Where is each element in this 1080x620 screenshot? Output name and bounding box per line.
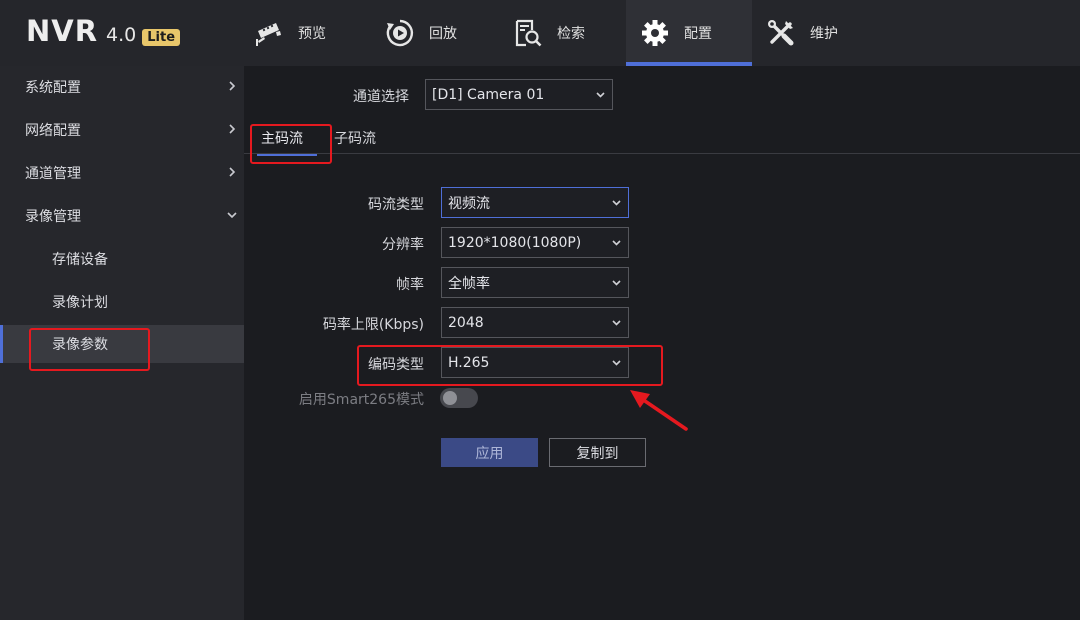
channel-select-label: 通道选择 (353, 89, 409, 105)
resolution-select[interactable]: 1920*1080(1080P) (441, 227, 629, 258)
copy-to-button[interactable]: 复制到 (549, 438, 646, 467)
nav-config-label: 配置 (684, 26, 712, 42)
resolution-value: 1920*1080(1080P) (448, 234, 582, 251)
top-bar: NVR 4.0 Lite 预览 回放 检索 配置 维护 (0, 0, 1080, 66)
sidebar-item-label: 录像计划 (52, 295, 108, 311)
sidebar-item-label: 通道管理 (25, 166, 81, 182)
channel-select[interactable]: [D1] Camera 01 (425, 79, 613, 110)
chevron-right-icon (229, 81, 236, 91)
annotation-arrow-icon (630, 390, 688, 431)
gear-icon (642, 20, 668, 46)
bitrate-limit-label: 码率上限(Kbps) (322, 317, 424, 333)
smart265-label: 启用Smart265模式 (298, 392, 424, 408)
logo-badge: Lite (142, 29, 181, 46)
nav-playback[interactable]: 回放 (385, 0, 505, 66)
logo: NVR 4.0 Lite (26, 14, 181, 48)
bitrate-limit-select[interactable]: 2048 (441, 307, 629, 338)
sidebar-item-channel-management[interactable]: 通道管理 (0, 154, 244, 192)
tabs-divider (244, 153, 1080, 154)
frame-rate-select[interactable]: 全帧率 (441, 267, 629, 298)
annotation-box-main-stream (250, 124, 332, 164)
stream-type-value: 视频流 (448, 195, 490, 212)
frame-rate-value: 全帧率 (448, 275, 490, 292)
nav-search[interactable]: 检索 (513, 0, 623, 66)
chevron-down-icon (612, 240, 621, 246)
toggle-knob (443, 391, 457, 405)
channel-select-value: [D1] Camera 01 (432, 86, 545, 103)
sidebar-item-label: 录像管理 (25, 209, 81, 225)
logo-version: 4.0 (106, 24, 137, 46)
logo-text: NVR (26, 14, 99, 48)
chevron-down-icon (227, 212, 237, 219)
stream-type-select[interactable]: 视频流 (441, 187, 629, 218)
sidebar-item-network-config[interactable]: 网络配置 (0, 111, 244, 149)
annotation-box-encoding-type (357, 345, 663, 386)
chevron-right-icon (229, 167, 236, 177)
chevron-down-icon (612, 280, 621, 286)
sidebar-item-label: 存储设备 (52, 252, 108, 268)
sidebar-item-recording-management[interactable]: 录像管理 (0, 197, 244, 235)
bitrate-limit-value: 2048 (448, 314, 484, 331)
smart265-toggle[interactable] (440, 388, 478, 408)
chevron-down-icon (612, 200, 621, 206)
tab-sub-stream[interactable]: 子码流 (334, 128, 376, 148)
nav-maintenance[interactable]: 维护 (766, 0, 876, 66)
sidebar-item-recording-schedule[interactable]: 录像计划 (0, 283, 244, 321)
chevron-right-icon (229, 124, 236, 134)
search-icon (515, 19, 542, 47)
sidebar-item-label: 系统配置 (25, 80, 81, 96)
sidebar-item-system-config[interactable]: 系统配置 (0, 68, 244, 106)
apply-button[interactable]: 应用 (441, 438, 538, 467)
nav-preview-label: 预览 (298, 26, 326, 42)
resolution-label: 分辨率 (382, 237, 424, 253)
playback-icon (386, 19, 414, 47)
nav-config[interactable]: 配置 (626, 0, 752, 66)
sidebar-item-storage-device[interactable]: 存储设备 (0, 240, 244, 278)
frame-rate-label: 帧率 (396, 277, 424, 293)
nav-maintenance-label: 维护 (810, 26, 838, 42)
chevron-down-icon (612, 320, 621, 326)
sidebar-item-label: 网络配置 (25, 123, 81, 139)
nav-playback-label: 回放 (429, 26, 457, 42)
camera-icon (256, 23, 281, 46)
tools-icon (768, 20, 794, 46)
annotation-box-recording-parameters (29, 328, 150, 371)
stream-type-label: 码流类型 (368, 197, 424, 213)
nav-preview[interactable]: 预览 (254, 0, 374, 66)
nav-search-label: 检索 (557, 26, 585, 42)
main-panel: 通道选择 [D1] Camera 01 主码流 子码流 码流类型 视频流 分辨率… (244, 66, 1080, 620)
chevron-down-icon (596, 92, 605, 98)
